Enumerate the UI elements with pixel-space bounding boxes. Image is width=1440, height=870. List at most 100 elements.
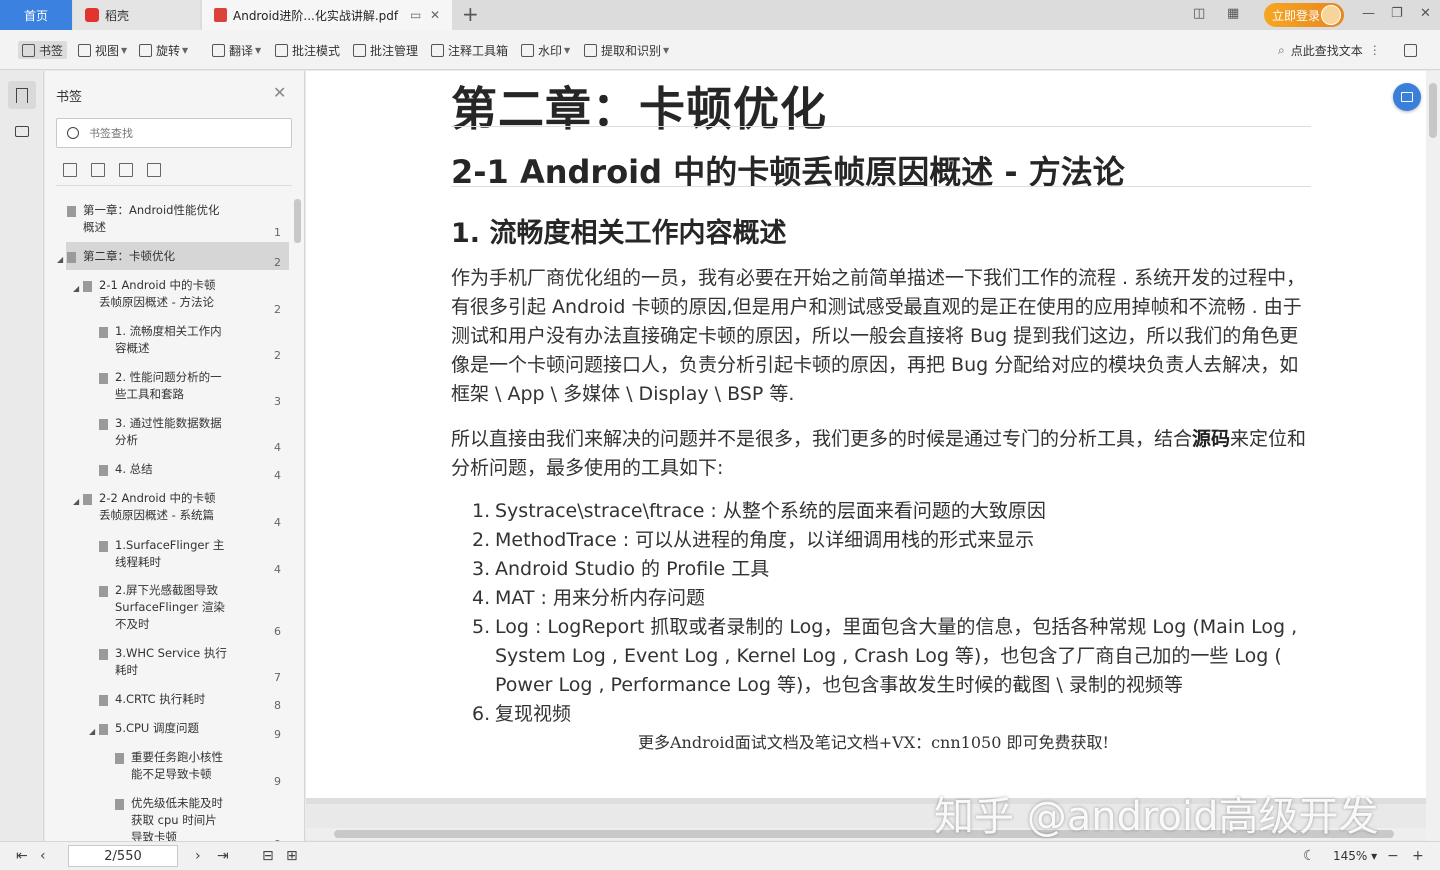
tab-home[interactable]: 首页 xyxy=(0,0,72,30)
chapter-title: 第二章：卡顿优化 xyxy=(451,82,827,136)
next-page-icon[interactable]: › xyxy=(195,848,201,864)
zoom-value: 145% xyxy=(1333,849,1368,863)
collapse-triangle-icon[interactable]: ◢ xyxy=(73,493,79,510)
tab-document[interactable]: Android进阶...化实战讲解.pdf ▭ ✕ xyxy=(202,0,452,30)
zoom-in-icon[interactable]: + xyxy=(1412,848,1424,864)
paragraph: 作为手机厂商优化组的一员，我有必要在开始之前简单描述一下我们工作的流程 . 系统… xyxy=(451,267,1306,405)
forward-icon[interactable]: ⊞ xyxy=(286,848,298,864)
bookmark-flag-icon xyxy=(99,541,108,552)
first-page-icon[interactable]: ⇤ xyxy=(16,848,28,864)
comment-icon xyxy=(15,125,29,137)
prev-page-icon[interactable]: ‹ xyxy=(40,848,46,864)
night-mode-icon[interactable]: ☾ xyxy=(1303,848,1316,864)
vertical-scrollbar[interactable] xyxy=(1426,71,1440,841)
watermark-button[interactable]: 水印 ▼ xyxy=(521,41,570,59)
bookmark-page: 2 xyxy=(274,303,281,316)
bookmark-page: 2 xyxy=(274,256,281,269)
layout-icon[interactable]: ◫ xyxy=(1193,6,1205,21)
rotate-button[interactable]: 旋转 ▼ xyxy=(139,41,188,59)
comment-panel-button[interactable] xyxy=(8,117,36,145)
more-icon[interactable]: ⋮ xyxy=(1369,43,1381,57)
bookmark-button[interactable]: 书签 xyxy=(18,41,68,59)
bookmark-flag-icon xyxy=(83,281,92,292)
bookmark-settings-icon[interactable] xyxy=(119,163,133,177)
back-icon[interactable]: ⊟ xyxy=(262,848,274,864)
divider xyxy=(451,126,1311,127)
pdf-file-icon xyxy=(214,8,227,22)
bookmark-text: 4. 总结 xyxy=(115,462,153,476)
export-button[interactable] xyxy=(1404,41,1421,59)
list-number: 4. xyxy=(472,587,491,609)
screen-icon[interactable]: ▭ xyxy=(410,8,421,22)
delete-bookmark-icon[interactable] xyxy=(147,163,161,177)
floating-tool-button[interactable] xyxy=(1393,83,1421,111)
annotate-manage-button[interactable]: 批注管理 xyxy=(353,41,418,59)
extract-button[interactable]: 提取和识别 ▼ xyxy=(584,41,669,59)
status-bar: ⇤ ‹ 2/550 › ⇥ ⊟ ⊞ ☾ 145% ▾ − + xyxy=(0,841,1440,870)
view-button[interactable]: 视图 ▼ xyxy=(78,41,127,59)
bookmark-line: 2-2 Android 中的卡顿 xyxy=(99,491,216,505)
bookmark-text: 1.SurfaceFlinger 主线程耗时 xyxy=(115,537,265,571)
minimize-icon[interactable]: — xyxy=(1362,6,1375,21)
bookmark-search-input[interactable] xyxy=(89,126,269,140)
tab-home-label: 首页 xyxy=(23,8,48,23)
bookmark-line: 2-1 Android 中的卡顿 xyxy=(99,278,216,292)
scroll-thumb[interactable] xyxy=(1429,83,1437,138)
list-item: 2. MethodTrace : 可以从进程的角度，以详细调用栈的形式来显示 xyxy=(472,526,1312,555)
sidebar-scrollbar[interactable] xyxy=(294,199,301,243)
collapse-triangle-icon[interactable]: ◢ xyxy=(57,251,63,268)
add-sub-bookmark-icon[interactable] xyxy=(91,163,105,177)
last-page-icon[interactable]: ⇥ xyxy=(217,848,229,864)
annotate-tools-label: 注释工具箱 xyxy=(448,43,509,58)
bookmark-page: 9 xyxy=(274,728,281,741)
bookmark-text: 2.屏下光感截图导致 SurfaceFlinger 渲染 不及时 xyxy=(115,582,265,633)
close-icon[interactable]: ✕ xyxy=(273,83,286,102)
page-number-input[interactable]: 2/550 xyxy=(68,845,178,867)
zoom-level[interactable]: 145% ▾ xyxy=(1333,849,1377,863)
bookmark-line: 2.屏下光感截图导致 xyxy=(115,583,218,597)
bookmark-page: 1 xyxy=(274,226,281,239)
bookmark-line: 耗时 xyxy=(115,663,138,677)
list-number: 2. xyxy=(472,529,491,551)
bookmark-line: 3. 通过性能数据数据 xyxy=(115,416,222,430)
zoom-out-icon[interactable]: − xyxy=(1387,848,1399,864)
bookmark-search[interactable] xyxy=(56,118,292,148)
translate-button[interactable]: 翻译 ▼ xyxy=(212,41,261,59)
bookmark-line: 1. 流畅度相关工作内 xyxy=(115,324,222,338)
bookmark-page: 4 xyxy=(274,441,281,454)
bookmark-icon xyxy=(16,87,28,103)
collapse-triangle-icon[interactable]: ◢ xyxy=(89,723,95,740)
list-item: 4. MAT : 用来分析内存问题 xyxy=(472,584,1312,613)
bookmark-flag-icon xyxy=(67,206,76,217)
tab-document-label: Android进阶...化实战讲解.pdf xyxy=(233,8,399,23)
add-bookmark-icon[interactable] xyxy=(63,163,77,177)
bookmark-flag-icon xyxy=(99,724,108,735)
tab-daoke[interactable]: 稻壳 xyxy=(73,0,200,30)
collapse-triangle-icon[interactable]: ◢ xyxy=(73,280,79,297)
login-button[interactable]: 立即登录 xyxy=(1264,3,1344,27)
bookmark-page: 4 xyxy=(274,563,281,576)
list-text: MethodTrace : 可以从进程的角度，以详细调用栈的形式来显示 xyxy=(495,529,1035,551)
bookmark-panel-button[interactable] xyxy=(8,81,36,109)
bookmark-text: 优先级低未能及时 获取 cpu 时间片 导致卡顿 xyxy=(131,795,281,841)
find-text-label: 点此查找文本 xyxy=(1290,43,1363,58)
bookmark-line: 导致卡顿 xyxy=(131,830,177,841)
new-tab-button[interactable]: + xyxy=(462,2,479,26)
chevron-down-icon: ▼ xyxy=(663,45,670,55)
restore-icon[interactable]: ❐ xyxy=(1391,6,1403,21)
list-text: Android Studio 的 Profile 工具 xyxy=(495,558,770,580)
bookmark-line: 2. 性能问题分析的一 xyxy=(115,370,222,384)
watermark-label: 水印 xyxy=(538,43,563,58)
annotate-mode-button[interactable]: 批注模式 xyxy=(275,41,340,59)
view-icon xyxy=(78,43,91,57)
find-text-button[interactable]: ⌕ 点此查找文本 ⋮ xyxy=(1278,41,1381,59)
grid-icon[interactable]: ▦ xyxy=(1227,6,1239,21)
bookmark-text: 3.WHC Service 执行 耗时 xyxy=(115,645,265,679)
translate-label: 翻译 xyxy=(229,43,254,58)
export-icon xyxy=(1404,43,1417,57)
tab-close-icon[interactable]: ✕ xyxy=(430,8,440,22)
search-icon xyxy=(67,127,79,139)
bookmark-text: 2. 性能问题分析的一 些工具和套路 xyxy=(115,369,265,403)
close-window-icon[interactable]: ✕ xyxy=(1420,6,1431,21)
annotate-tools-button[interactable]: 注释工具箱 xyxy=(431,41,508,59)
